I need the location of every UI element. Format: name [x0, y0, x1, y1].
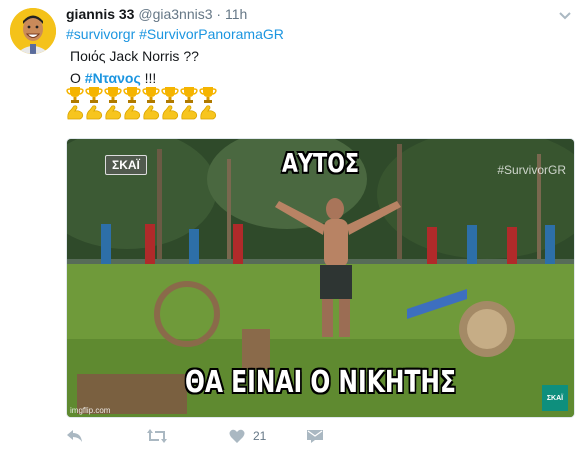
trophy-emoji-row — [66, 86, 217, 103]
retweet-button[interactable] — [146, 426, 168, 446]
trophy-icon — [66, 86, 84, 103]
meme-top-caption: ΑΥΤΟΣ — [281, 149, 360, 179]
meme-bottom-caption: ΘΑ ΕΙΝΑΙ Ο ΝΙΚΗΤΗΣ — [185, 365, 456, 400]
heart-icon — [229, 429, 245, 443]
hashtag-survivorpanoramagr[interactable]: #SurvivorPanoramaGR — [139, 26, 284, 42]
tweet-text-line-3: Ο #Ντανος !!! — [70, 70, 156, 86]
trophy-icon — [85, 86, 103, 103]
reply-icon — [67, 430, 82, 442]
muscle-emoji-row — [66, 104, 217, 121]
skai-logo-bottom: ΣΚΑΪ — [542, 385, 568, 411]
like-button[interactable]: 21 — [229, 426, 266, 446]
trophy-icon — [161, 86, 179, 103]
like-count: 21 — [253, 429, 267, 443]
hashtag-ntanos[interactable]: #Ντανος — [85, 70, 141, 86]
separator-dot: · — [216, 6, 222, 22]
hashtag-survivorgr[interactable]: #survivorgr — [66, 26, 135, 42]
retweet-icon — [147, 429, 167, 443]
tweet-actions: 21 — [66, 426, 366, 446]
flexed-bicep-icon — [66, 104, 84, 121]
trophy-icon — [199, 86, 217, 103]
flexed-bicep-icon — [104, 104, 122, 121]
flexed-bicep-icon — [199, 104, 217, 121]
tweet-media-image[interactable]: ΣΚΑΪ #SurvivorGR ΑΥΤΟΣ ΘΑ ΕΙΝΑΙ Ο ΝΙΚΗΤΗ… — [66, 138, 575, 418]
text-prefix: Ο — [70, 70, 81, 86]
trophy-icon — [123, 86, 141, 103]
tweet-header: giannis 33 @gia3nnis3 · 11h — [66, 6, 247, 22]
chevron-down-icon[interactable] — [559, 12, 571, 20]
direct-message-button[interactable] — [306, 426, 324, 446]
imgflip-credit: imgflip.com — [70, 406, 111, 415]
trophy-icon — [104, 86, 122, 103]
trophy-icon — [142, 86, 160, 103]
user-handle[interactable]: @gia3nnis3 — [138, 6, 212, 22]
hashtag-line: #survivorgr #SurvivorPanoramaGR — [66, 26, 284, 42]
flexed-bicep-icon — [85, 104, 103, 121]
reply-button[interactable] — [66, 426, 84, 446]
avatar[interactable] — [10, 8, 56, 54]
display-name[interactable]: giannis 33 — [66, 6, 134, 22]
tweet-text-line-2: Ποιός Jack Norris ?? — [70, 48, 199, 64]
timestamp[interactable]: 11h — [225, 6, 247, 22]
flexed-bicep-icon — [142, 104, 160, 121]
message-icon — [307, 430, 323, 443]
trophy-icon — [180, 86, 198, 103]
flexed-bicep-icon — [123, 104, 141, 121]
flexed-bicep-icon — [161, 104, 179, 121]
text-suffix: !!! — [144, 70, 157, 86]
flexed-bicep-icon — [180, 104, 198, 121]
